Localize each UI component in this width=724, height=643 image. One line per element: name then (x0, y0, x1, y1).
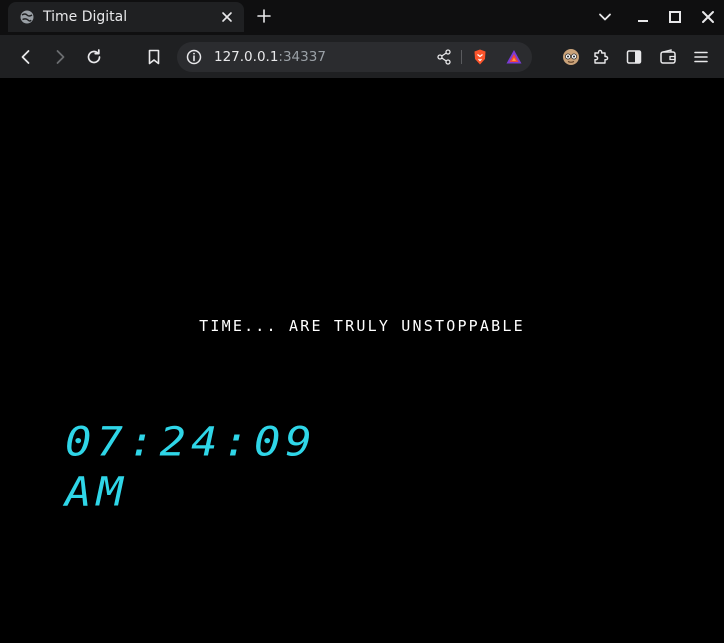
url-text: 127.0.0.1:34337 (214, 48, 326, 66)
address-bar[interactable]: 127.0.0.1:34337 (177, 42, 532, 72)
bookmark-icon[interactable] (145, 48, 163, 66)
share-icon[interactable] (435, 48, 453, 66)
minimize-icon[interactable] (636, 10, 650, 24)
url-port: :34337 (278, 49, 326, 65)
clock-time: 07:24:09 (65, 418, 317, 466)
wallet-icon[interactable] (659, 48, 677, 66)
new-tab-plus-icon[interactable] (257, 9, 271, 23)
close-window-icon[interactable] (701, 10, 715, 24)
sidebar-toggle-icon[interactable] (625, 48, 643, 66)
tab-search-chevron-icon[interactable] (598, 10, 612, 24)
browser-window: Time Digital 127.0.0.1:34337 TIME... ARE… (0, 0, 724, 643)
close-icon[interactable] (220, 10, 234, 24)
page-content: TIME... ARE TRULY UNSTOPPABLE 07:24:09 A… (0, 78, 724, 643)
active-tab[interactable]: Time Digital (8, 2, 244, 32)
reload-icon[interactable] (85, 48, 103, 66)
profile-avatar-icon[interactable] (562, 48, 580, 66)
tab-title: Time Digital (43, 9, 128, 25)
forward-arrow-icon[interactable] (51, 48, 69, 66)
site-info-icon[interactable] (185, 48, 203, 66)
extensions-puzzle-icon[interactable] (592, 48, 610, 66)
back-arrow-icon[interactable] (17, 48, 35, 66)
toolbar: 127.0.0.1:34337 (0, 35, 724, 78)
url-host: 127.0.0.1 (214, 49, 279, 65)
clock-period: AM (65, 468, 128, 516)
maximize-icon[interactable] (668, 10, 682, 24)
globe-icon (20, 10, 34, 24)
tab-strip: Time Digital (0, 0, 724, 35)
digital-clock: 07:24:09 AM (65, 418, 317, 517)
brave-shields-icon[interactable] (471, 48, 489, 66)
brave-rewards-icon[interactable] (505, 48, 523, 66)
menu-hamburger-icon[interactable] (692, 48, 710, 66)
address-bar-divider (461, 50, 462, 64)
tagline-text: TIME... ARE TRULY UNSTOPPABLE (199, 317, 525, 335)
